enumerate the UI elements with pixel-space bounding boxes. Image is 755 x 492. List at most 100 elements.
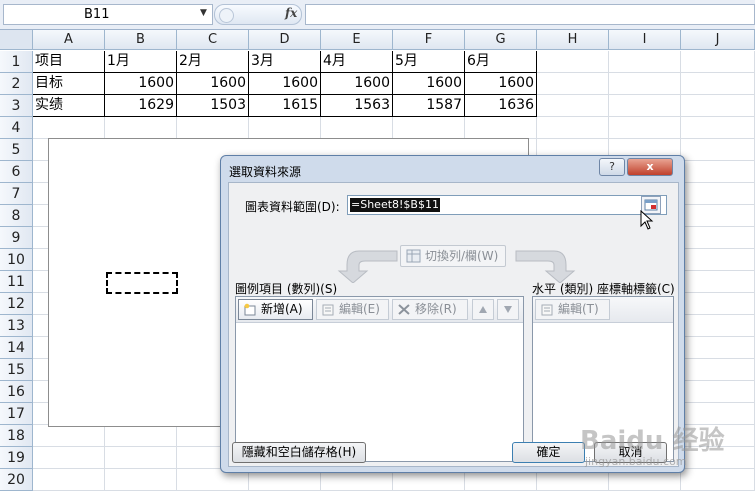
empty-cell[interactable]	[681, 161, 755, 183]
empty-cell[interactable]	[681, 271, 755, 293]
row-header-16[interactable]: 16	[0, 381, 33, 403]
empty-cell[interactable]	[681, 359, 755, 381]
row-header-5[interactable]: 5	[0, 139, 33, 161]
row-header-1[interactable]: 1	[0, 51, 33, 73]
name-box[interactable]: B11 ▼	[3, 4, 213, 25]
row-header-4[interactable]: 4	[0, 117, 33, 139]
table-cell[interactable]: 1600	[105, 73, 177, 95]
row-header-2[interactable]: 2	[0, 73, 33, 95]
empty-cell[interactable]	[609, 95, 681, 117]
empty-cell[interactable]	[609, 51, 681, 73]
empty-cell[interactable]	[537, 117, 609, 139]
row-header-8[interactable]: 8	[0, 205, 33, 227]
column-header-g[interactable]: G	[465, 30, 537, 50]
expand-icon[interactable]	[219, 8, 234, 23]
edit-axis-labels-button[interactable]: 編輯(T)	[535, 299, 610, 320]
hidden-empty-cells-button[interactable]: 隱藏和空白儲存格(H)	[232, 442, 366, 463]
switch-row-column-button[interactable]: 切換列/欄(W)	[400, 245, 506, 267]
empty-cell[interactable]	[681, 51, 755, 73]
empty-cell[interactable]	[681, 315, 755, 337]
move-down-button[interactable]	[497, 299, 519, 320]
range-input[interactable]: =Sheet8!$B$11	[347, 195, 667, 215]
close-button[interactable]: x	[627, 158, 673, 176]
table-cell[interactable]: 1629	[105, 95, 177, 117]
empty-cell[interactable]	[609, 73, 681, 95]
empty-cell[interactable]	[681, 205, 755, 227]
empty-cell[interactable]	[681, 73, 755, 95]
column-header-a[interactable]: A	[33, 30, 105, 50]
empty-cell[interactable]	[33, 425, 105, 447]
column-header-h[interactable]: H	[537, 30, 609, 50]
table-cell[interactable]: 1503	[177, 95, 249, 117]
row-header-9[interactable]: 9	[0, 227, 33, 249]
empty-cell[interactable]	[105, 117, 177, 139]
edit-series-button[interactable]: 編輯(E)	[316, 299, 389, 320]
select-all-corner[interactable]	[0, 30, 33, 50]
column-header-d[interactable]: D	[249, 30, 321, 50]
table-cell[interactable]: 1600	[321, 73, 393, 95]
empty-cell[interactable]	[681, 95, 755, 117]
table-header-cell[interactable]: 项目	[33, 51, 105, 73]
empty-cell[interactable]	[177, 117, 249, 139]
table-cell[interactable]: 1600	[249, 73, 321, 95]
empty-cell[interactable]	[681, 249, 755, 271]
table-header-cell[interactable]: 5月	[393, 51, 465, 73]
row-header-20[interactable]: 20	[0, 469, 33, 491]
row-header-15[interactable]: 15	[0, 359, 33, 381]
empty-cell[interactable]	[249, 117, 321, 139]
empty-cell[interactable]	[681, 117, 755, 139]
table-cell[interactable]: 1563	[321, 95, 393, 117]
empty-cell[interactable]	[681, 139, 755, 161]
table-cell[interactable]: 1600	[465, 73, 537, 95]
row-header-18[interactable]: 18	[0, 425, 33, 447]
empty-cell[interactable]	[681, 293, 755, 315]
row-header-11[interactable]: 11	[0, 271, 33, 293]
table-header-cell[interactable]: 3月	[249, 51, 321, 73]
row-header-12[interactable]: 12	[0, 293, 33, 315]
table-header-cell[interactable]: 2月	[177, 51, 249, 73]
column-header-b[interactable]: B	[105, 30, 177, 50]
row-header-14[interactable]: 14	[0, 337, 33, 359]
empty-cell[interactable]	[321, 117, 393, 139]
empty-cell[interactable]	[33, 469, 105, 491]
row-header-19[interactable]: 19	[0, 447, 33, 469]
table-header-cell[interactable]: 1月	[105, 51, 177, 73]
table-header-cell[interactable]: 6月	[465, 51, 537, 73]
row-header-10[interactable]: 10	[0, 249, 33, 271]
empty-cell[interactable]	[465, 117, 537, 139]
table-cell[interactable]: 1587	[393, 95, 465, 117]
table-cell[interactable]: 1636	[465, 95, 537, 117]
move-up-button[interactable]	[472, 299, 494, 320]
table-cell[interactable]: 目标	[33, 73, 105, 95]
table-cell[interactable]: 1615	[249, 95, 321, 117]
empty-cell[interactable]	[105, 425, 177, 447]
empty-cell[interactable]	[537, 95, 609, 117]
insert-function-icon[interactable]: fx	[285, 6, 297, 20]
empty-cell[interactable]	[681, 469, 755, 491]
empty-cell[interactable]	[609, 117, 681, 139]
chevron-down-icon[interactable]: ▼	[200, 4, 207, 23]
empty-cell[interactable]	[681, 227, 755, 249]
row-header-13[interactable]: 13	[0, 315, 33, 337]
column-header-e[interactable]: E	[321, 30, 393, 50]
ok-button[interactable]: 確定	[512, 442, 585, 463]
column-header-c[interactable]: C	[177, 30, 249, 50]
empty-cell[interactable]	[105, 469, 177, 491]
table-header-cell[interactable]: 4月	[321, 51, 393, 73]
column-header-i[interactable]: I	[609, 30, 681, 50]
empty-cell[interactable]	[537, 51, 609, 73]
empty-cell[interactable]	[537, 73, 609, 95]
column-header-j[interactable]: J	[681, 30, 755, 50]
column-header-f[interactable]: F	[393, 30, 465, 50]
empty-cell[interactable]	[33, 447, 105, 469]
table-cell[interactable]: 1600	[393, 73, 465, 95]
empty-cell[interactable]	[681, 337, 755, 359]
row-header-17[interactable]: 17	[0, 403, 33, 425]
table-cell[interactable]: 1600	[177, 73, 249, 95]
row-header-6[interactable]: 6	[0, 161, 33, 183]
formula-input[interactable]	[305, 4, 755, 25]
remove-series-button[interactable]: 移除(R)	[392, 299, 468, 320]
empty-cell[interactable]	[681, 381, 755, 403]
help-button[interactable]: ?	[599, 158, 625, 176]
empty-cell[interactable]	[681, 183, 755, 205]
